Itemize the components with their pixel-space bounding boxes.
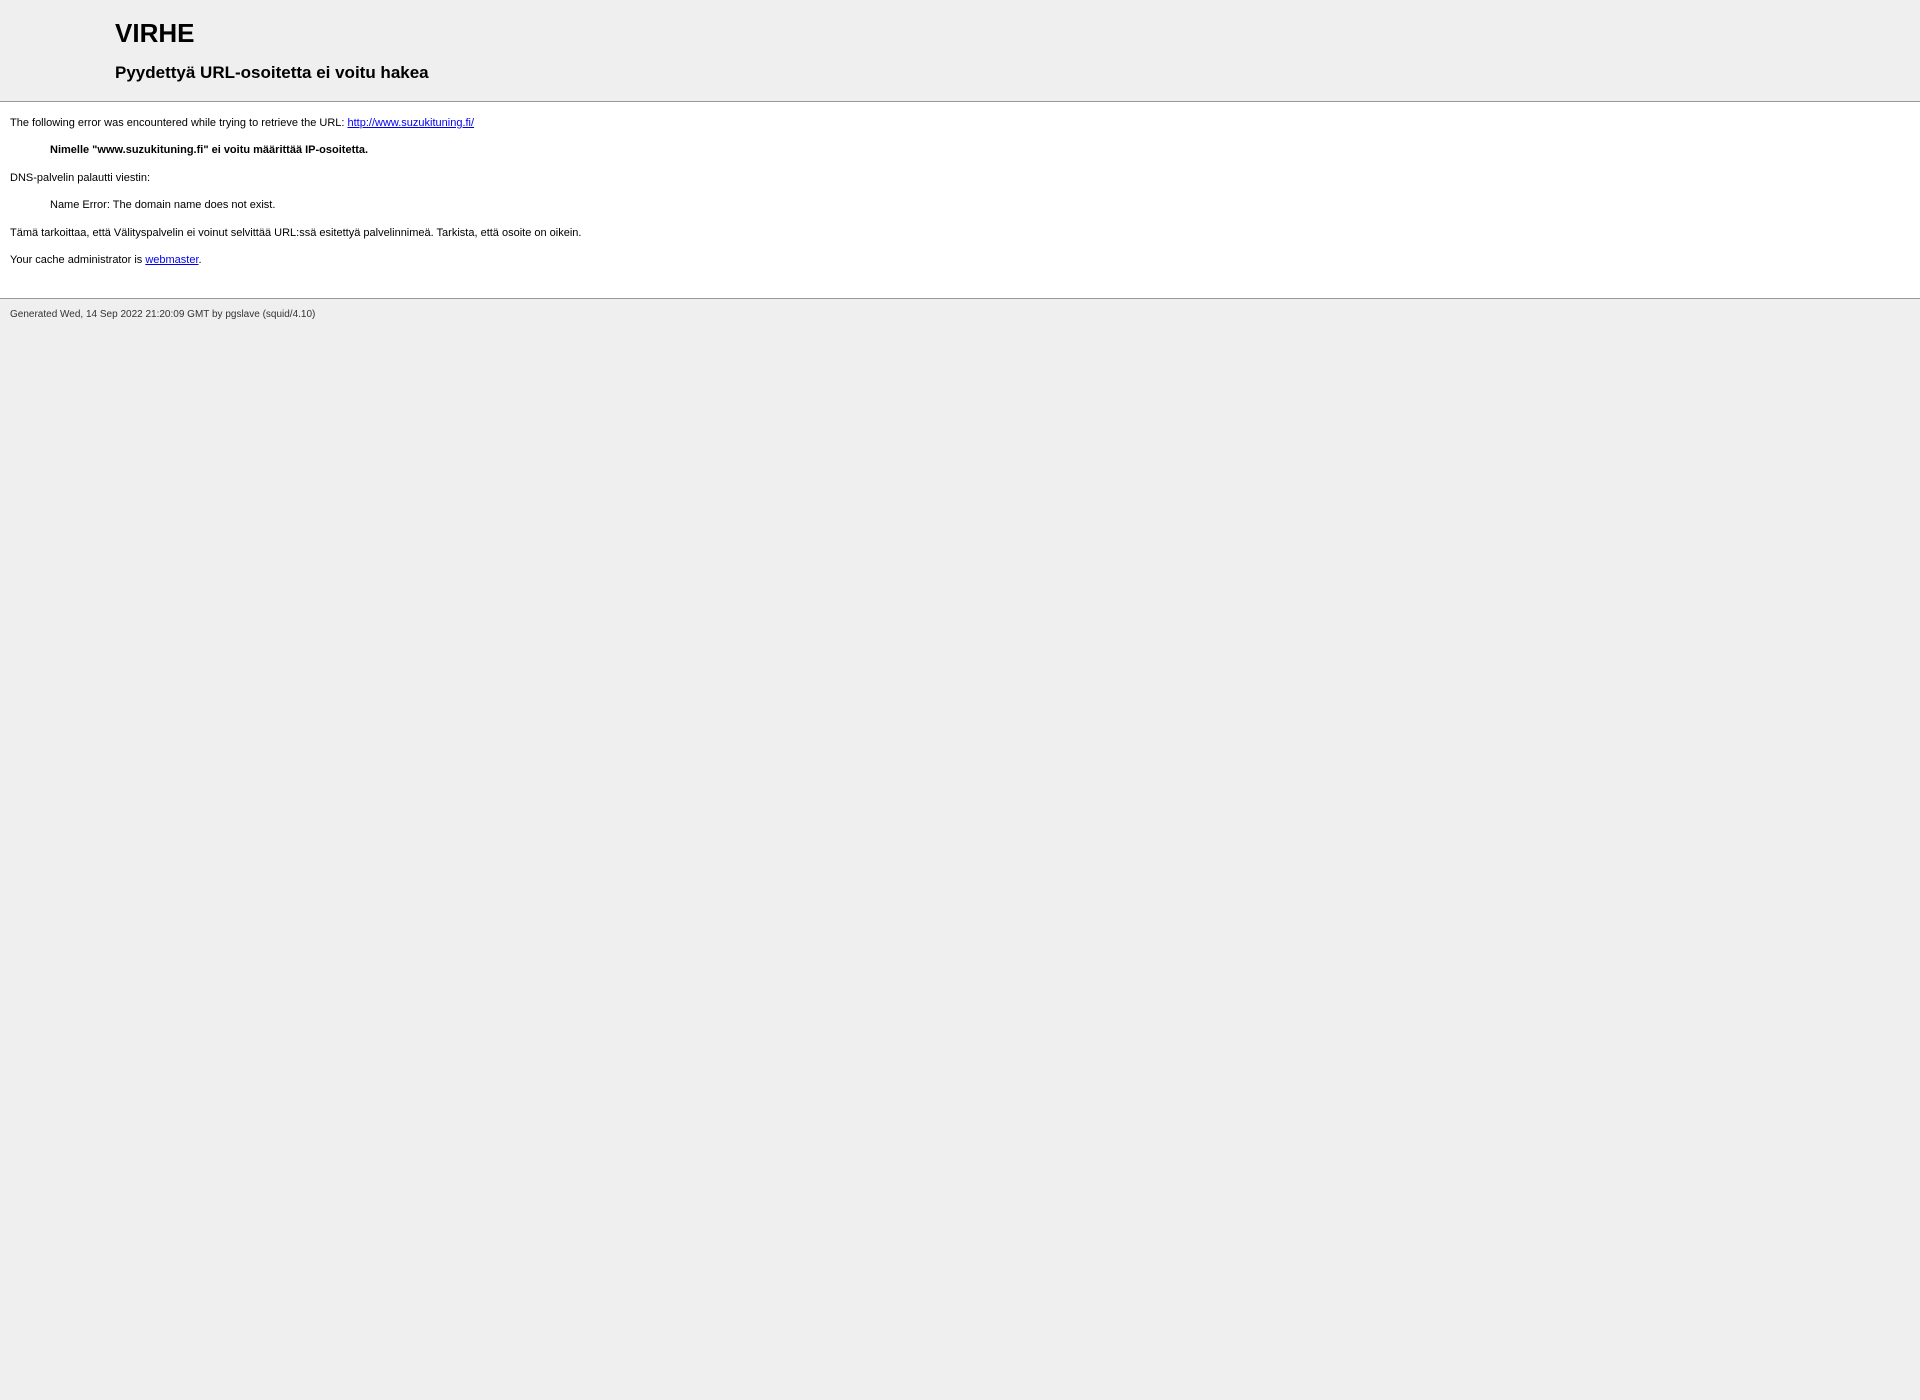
dns-message: Name Error: The domain name does not exi… bbox=[50, 198, 1910, 213]
error-title: VIRHE bbox=[115, 18, 1920, 49]
cache-admin-line: Your cache administrator is webmaster. bbox=[10, 253, 1910, 268]
dns-message-label: DNS-palvelin palautti viestin: bbox=[10, 171, 1910, 186]
explanation-text: Tämä tarkoittaa, että Välityspalvelin ei… bbox=[10, 226, 1910, 241]
generated-timestamp: Generated Wed, 14 Sep 2022 21:20:09 GMT … bbox=[10, 309, 1910, 320]
error-header: VIRHE Pyydettyä URL-osoitetta ei voitu h… bbox=[0, 0, 1920, 101]
requested-url-link[interactable]: http://www.suzukituning.fi/ bbox=[348, 117, 475, 129]
cache-admin-text: Your cache administrator is bbox=[10, 254, 145, 266]
error-name-message: Nimelle "www.suzukituning.fi" ei voitu m… bbox=[50, 143, 1910, 158]
error-subtitle: Pyydettyä URL-osoitetta ei voitu hakea bbox=[115, 63, 1920, 83]
footer: Generated Wed, 14 Sep 2022 21:20:09 GMT … bbox=[0, 299, 1920, 330]
error-content: The following error was encountered whil… bbox=[0, 102, 1920, 298]
error-intro-text: The following error was encountered whil… bbox=[10, 117, 348, 129]
error-intro-line: The following error was encountered whil… bbox=[10, 116, 1910, 131]
cache-admin-suffix: . bbox=[199, 254, 202, 266]
webmaster-link[interactable]: webmaster bbox=[145, 254, 198, 266]
